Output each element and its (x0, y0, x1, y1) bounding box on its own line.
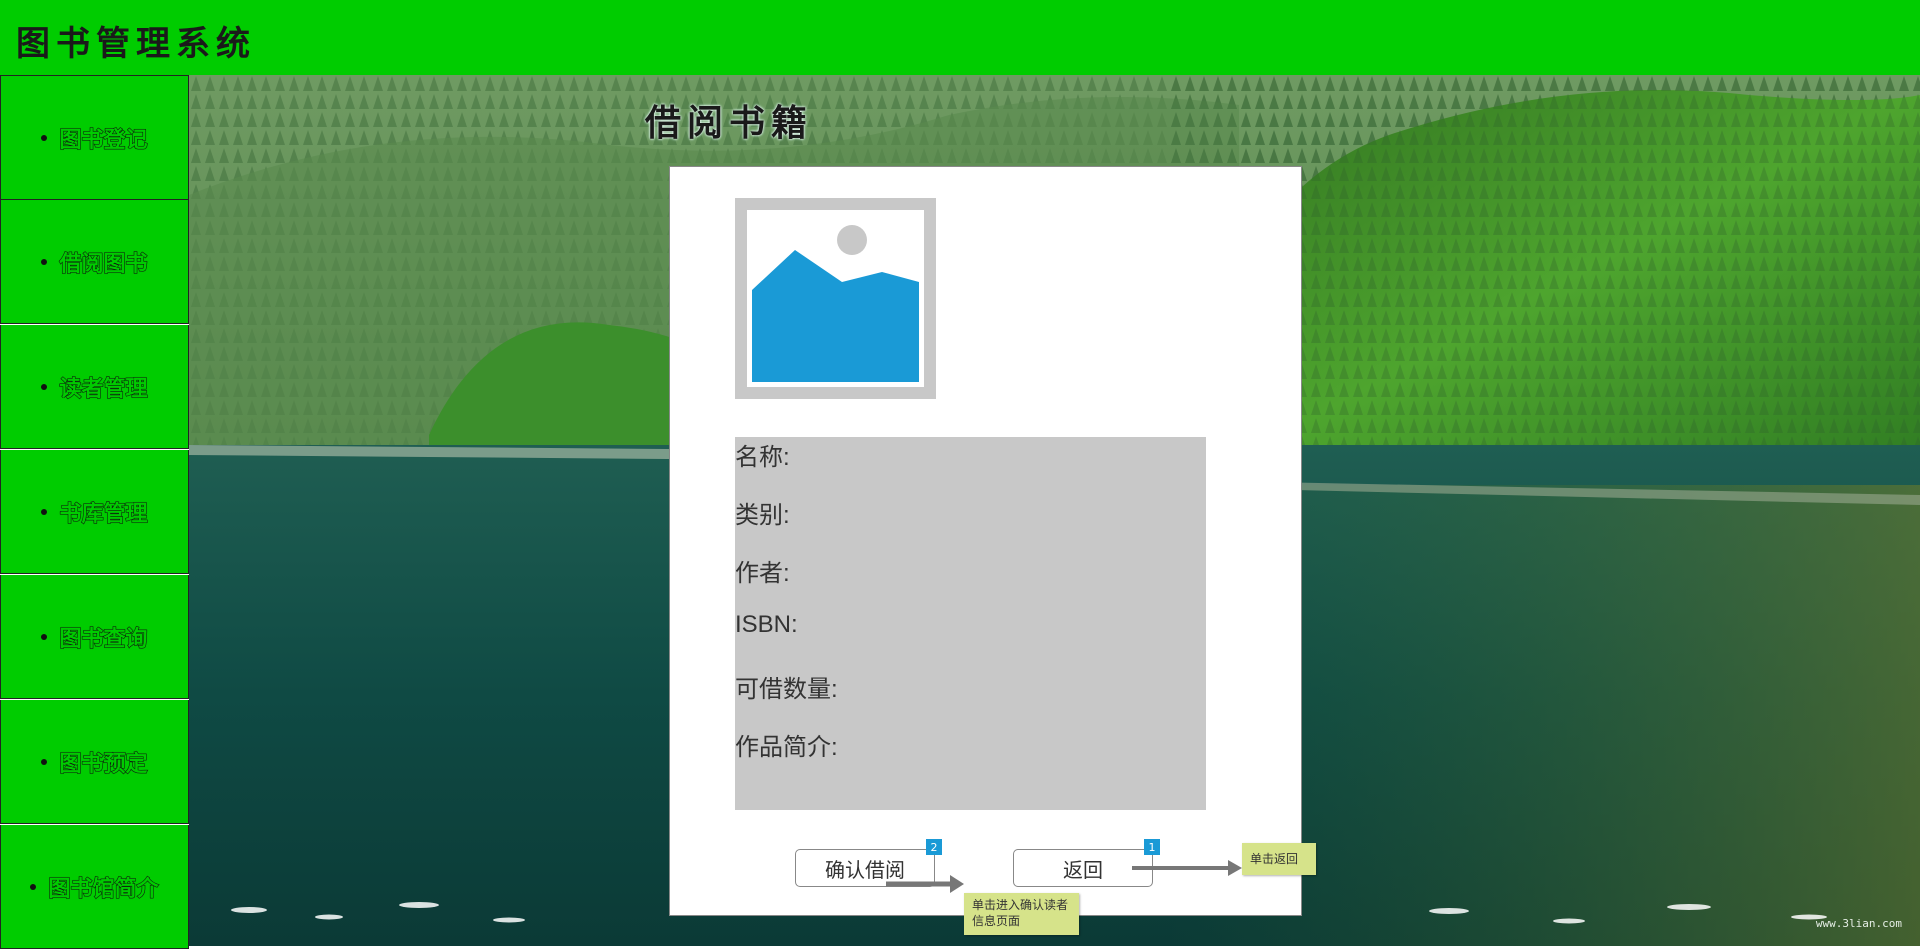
bullet-icon (41, 383, 48, 390)
bullet-icon (41, 134, 48, 141)
bullet-icon (41, 258, 48, 265)
sidebar-item-label: 图书预定 (59, 751, 148, 777)
sidebar-item-label: 图书馆简介 (48, 876, 159, 902)
app-title: 图书管理系统 (16, 24, 256, 64)
field-author-label: 作者: (735, 560, 790, 587)
back-button[interactable]: 返回 (1013, 849, 1153, 887)
sidebar-item-book-search[interactable]: 图书查询 (0, 575, 189, 699)
sidebar-item-library-management[interactable]: 书库管理 (0, 450, 189, 574)
bullet-icon (41, 758, 48, 765)
sidebar-item-label: 图书查询 (59, 626, 148, 652)
image-placeholder-icon (747, 210, 924, 387)
sidebar-item-label: 图书登记 (59, 127, 148, 153)
sidebar-item-label: 读者管理 (59, 376, 148, 402)
book-cover-image (735, 198, 936, 399)
field-summary-label: 作品简介: (735, 734, 838, 761)
back-annotation-note: 单击返回 (1242, 843, 1316, 875)
sidebar-item-borrow-book[interactable]: 借阅图书 (0, 200, 189, 324)
book-info-panel: 名称: 类别: 作者: ISBN: 可借数量: 作品简介: (735, 437, 1206, 810)
confirm-annotation-note: 单击进入确认读者信息页面 (964, 893, 1079, 935)
field-name-label: 名称: (735, 444, 790, 471)
confirm-step-badge: 2 (926, 839, 942, 855)
watermark: www.3lian.com (1815, 917, 1902, 930)
page-title: 借阅书籍 (645, 102, 814, 144)
borrow-book-card: 名称: 类别: 作者: ISBN: 可借数量: 作品简介: 确认借阅 2 返回 … (669, 166, 1302, 916)
sidebar-item-label: 书库管理 (59, 501, 148, 527)
sidebar-item-library-intro[interactable]: 图书馆简介 (0, 825, 189, 949)
sidebar-item-book-register[interactable]: 图书登记 (0, 75, 189, 200)
app-header: 图书管理系统 (0, 0, 1920, 75)
sidebar-item-book-reservation[interactable]: 图书预定 (0, 700, 189, 824)
field-quantity-label: 可借数量: (735, 676, 838, 703)
sidebar-nav: 图书登记 借阅图书 读者管理 书库管理 图书查询 图书预定 图书馆简介 (0, 75, 189, 949)
field-category-label: 类别: (735, 502, 790, 529)
confirm-borrow-button[interactable]: 确认借阅 (795, 849, 935, 887)
bullet-icon (30, 883, 37, 890)
field-isbn-label: ISBN: (735, 611, 798, 638)
bullet-icon (41, 633, 48, 640)
sidebar-item-label: 借阅图书 (59, 251, 148, 277)
back-step-badge: 1 (1144, 839, 1160, 855)
sidebar-item-reader-management[interactable]: 读者管理 (0, 325, 189, 449)
bullet-icon (41, 508, 48, 515)
